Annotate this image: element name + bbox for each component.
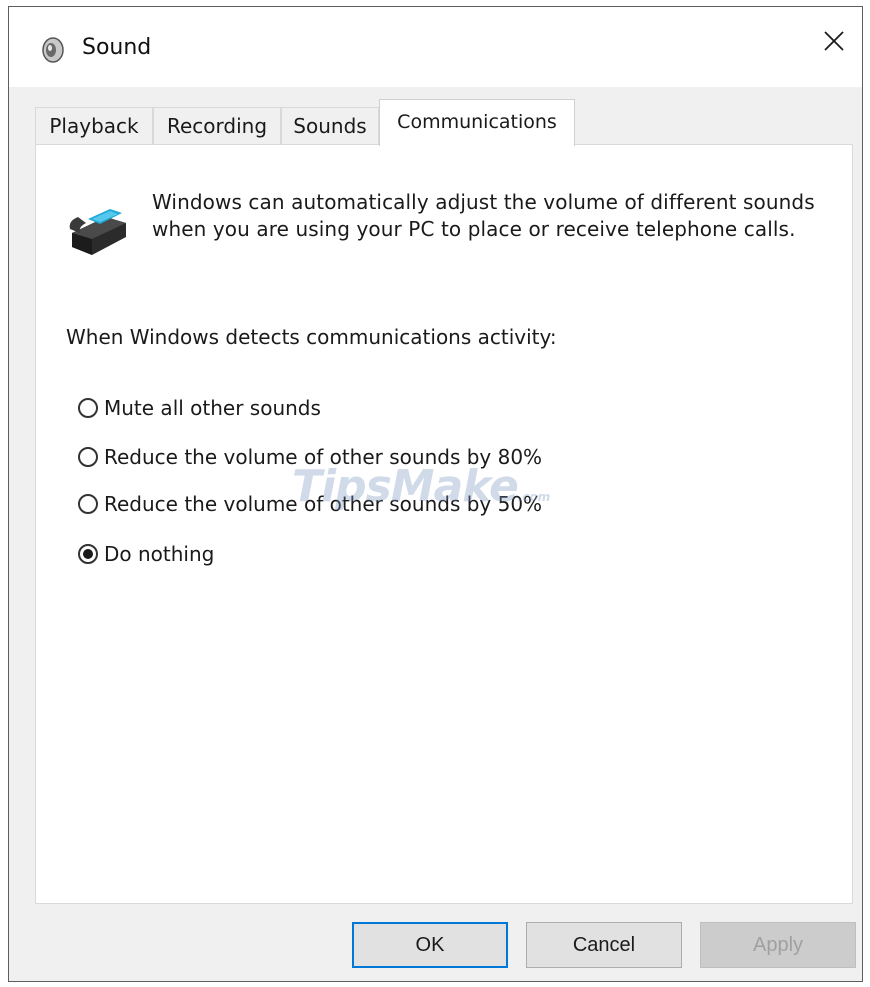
telephone-icon: [66, 193, 130, 259]
ok-button[interactable]: OK: [352, 922, 508, 968]
radio-button[interactable]: [78, 447, 98, 467]
radio-button-selected[interactable]: [78, 544, 98, 564]
tab-strip: Playback Recording Sounds Communications: [35, 99, 855, 146]
tab-communications[interactable]: Communications: [379, 99, 575, 146]
close-icon: [823, 30, 845, 56]
description-text: Windows can automatically adjust the vol…: [152, 190, 815, 241]
communications-panel: Windows can automatically adjust the vol…: [35, 144, 853, 904]
tab-sounds[interactable]: Sounds: [281, 107, 379, 145]
tab-recording[interactable]: Recording: [153, 107, 281, 145]
window-title: Sound: [82, 35, 152, 60]
radio-button[interactable]: [78, 398, 98, 418]
option-mute-all[interactable]: Mute all other sounds: [78, 393, 321, 423]
sound-dialog: Sound Playback Recording Sounds Communic…: [8, 6, 863, 982]
tab-playback[interactable]: Playback: [35, 107, 153, 145]
option-reduce-80[interactable]: Reduce the volume of other sounds by 80%: [78, 442, 542, 472]
radio-button[interactable]: [78, 494, 98, 514]
option-do-nothing[interactable]: Do nothing: [78, 539, 214, 569]
speaker-icon: [41, 37, 65, 63]
cancel-button[interactable]: Cancel: [526, 922, 682, 968]
option-label: Reduce the volume of other sounds by 80%: [104, 445, 543, 469]
apply-button[interactable]: Apply: [700, 922, 856, 968]
section-label: When Windows detects communications acti…: [66, 325, 557, 349]
option-label: Mute all other sounds: [104, 396, 321, 420]
option-reduce-50[interactable]: Reduce the volume of other sounds by 50%: [78, 489, 542, 519]
option-label: Do nothing: [104, 542, 215, 566]
title-bar: Sound: [9, 7, 862, 87]
close-button[interactable]: [806, 7, 862, 79]
option-label: Reduce the volume of other sounds by 50%: [104, 492, 543, 516]
